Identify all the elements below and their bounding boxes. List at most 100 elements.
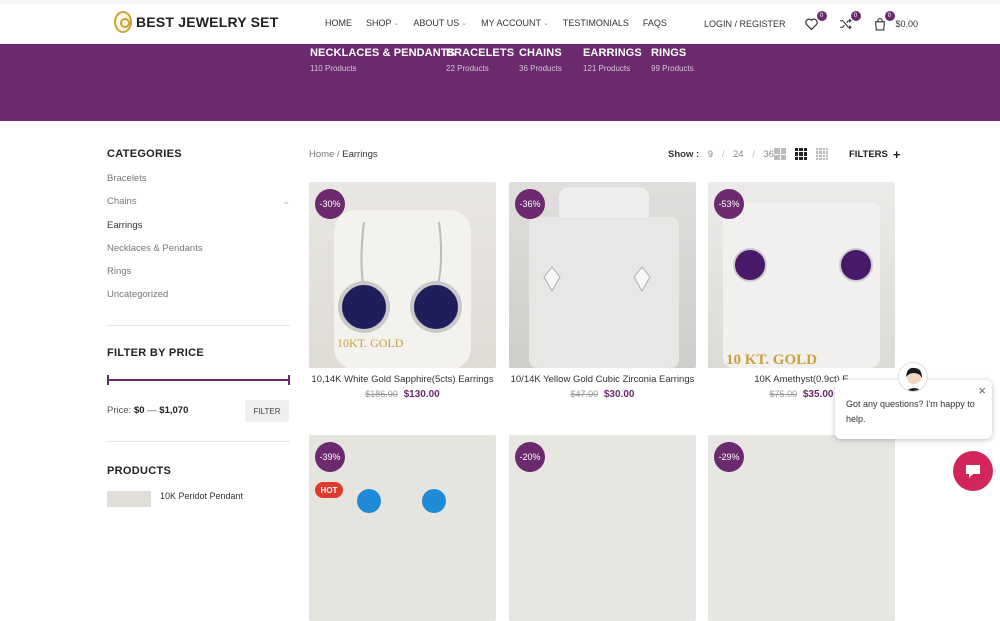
chat-launcher-button[interactable] <box>953 451 993 491</box>
category-necklaces-pendants[interactable]: NECKLACES & PENDANTS 110 Products <box>310 47 455 73</box>
filters-toggle[interactable]: FILTERS + <box>849 146 901 162</box>
nav-label: TESTIMONIALS <box>562 18 629 28</box>
product-image[interactable]: -20% <box>509 435 696 621</box>
nav-about-us[interactable]: ABOUT US ⌄ <box>413 18 467 28</box>
product-image[interactable]: -29% <box>708 435 895 621</box>
price-max: $1,070 <box>159 405 189 416</box>
shuffle-icon <box>840 18 852 30</box>
sale-price: $130.00 <box>403 389 440 400</box>
category-link-label: Rings <box>107 266 132 278</box>
product-image[interactable]: 10KT. GOLD -30% <box>309 182 496 368</box>
nav-label: ABOUT US <box>413 18 460 28</box>
old-price: $47.00 <box>570 389 599 399</box>
price-row: $186.00 $130.00 <box>309 389 496 400</box>
category-link-rings[interactable]: Rings <box>107 266 290 289</box>
discount-badge: -20% <box>515 442 545 472</box>
plus-icon: + <box>892 146 901 162</box>
category-count: 22 Products <box>446 64 489 73</box>
show-label: Show : <box>668 149 700 160</box>
product-image[interactable]: -39% HOT <box>309 435 496 621</box>
grid-4-icon[interactable] <box>816 148 828 160</box>
show-option-24[interactable]: 24 <box>733 149 744 160</box>
old-price: $186.00 <box>365 389 398 399</box>
price-slider[interactable] <box>107 375 290 385</box>
breadcrumb: Home / Earrings <box>309 149 378 160</box>
category-link-label: Earrings <box>107 219 143 231</box>
grid-2-icon[interactable] <box>774 148 786 160</box>
nav-label: FAQS <box>642 18 667 28</box>
discount-badge: -53% <box>714 189 744 219</box>
wishlist-button[interactable]: 0 <box>804 11 827 32</box>
category-count: 121 Products <box>583 64 631 73</box>
category-bar: NECKLACES & PENDANTS 110 Products BRACEL… <box>0 44 1000 121</box>
show-option-36[interactable]: 36 <box>764 149 775 160</box>
discount-badge: -30% <box>315 189 345 219</box>
divider <box>107 441 290 442</box>
filter-button[interactable]: FILTER <box>245 400 289 422</box>
cart-total[interactable]: $0.00 <box>896 19 919 29</box>
product-title[interactable]: 10,14K White Gold Sapphire(5cts) Earring… <box>309 374 496 386</box>
category-link-necklaces[interactable]: Necklaces & Pendants <box>107 243 290 266</box>
nav-faqs[interactable]: FAQS <box>643 18 667 28</box>
cart-button[interactable]: 0 <box>872 11 895 32</box>
main-nav: HOME SHOP ⌄ ABOUT US ⌄ MY ACCOUNT ⌄ TESTIMO… <box>325 18 681 28</box>
chevron-down-icon[interactable]: ⌄ <box>282 196 290 207</box>
category-chains[interactable]: CHAINS 36 Products <box>519 47 562 73</box>
sidebar: CATEGORIES Bracelets Chains ⌄ Earrings Ne… <box>107 148 290 507</box>
price-range-text: Price: $0 — $1,070 <box>107 405 188 416</box>
categories-title: CATEGORIES <box>107 148 182 160</box>
grid-view-selector <box>774 148 828 160</box>
nav-home[interactable]: HOME <box>325 18 352 28</box>
category-rings[interactable]: RINGS 99 Products <box>651 47 694 73</box>
category-count: 36 Products <box>519 64 562 73</box>
category-link-uncategorized[interactable]: Uncategorized <box>107 289 290 312</box>
nav-shop[interactable]: SHOP ⌄ <box>366 18 399 28</box>
chat-bubble-icon <box>966 465 980 478</box>
product-card[interactable]: -39% HOT <box>309 435 496 621</box>
nav-label: MY ACCOUNT <box>481 18 541 28</box>
category-count: 110 Products <box>310 64 357 73</box>
old-price: $75.00 <box>769 389 798 399</box>
category-earrings[interactable]: EARRINGS 121 Products <box>583 47 642 73</box>
close-icon[interactable]: × <box>978 383 986 398</box>
logo[interactable]: BEST JEWELRY SET <box>114 11 278 33</box>
discount-badge: -36% <box>515 189 545 219</box>
show-option-9[interactable]: 9 <box>708 149 713 160</box>
cart-count: 0 <box>884 11 895 21</box>
category-link-label: Chains <box>107 196 137 208</box>
category-link-chains[interactable]: Chains ⌄ <box>107 196 290 219</box>
nav-testimonials[interactable]: TESTIMONIALS <box>563 18 629 28</box>
category-link-label: Bracelets <box>107 173 147 184</box>
breadcrumb-home[interactable]: Home <box>309 149 334 160</box>
login-register-link[interactable]: LOGIN / REGISTER <box>704 19 786 29</box>
products-title: PRODUCTS <box>107 465 172 477</box>
nav-my-account[interactable]: MY ACCOUNT ⌄ <box>481 18 549 28</box>
compare-button[interactable]: 0 <box>838 11 861 32</box>
bag-icon <box>874 17 885 30</box>
product-image[interactable]: -36% <box>509 182 696 368</box>
filter-price-title: FILTER BY PRICE <box>107 347 204 359</box>
product-card[interactable]: -36% 10/14K Yellow Gold Cubic Zirconia E… <box>509 182 696 400</box>
product-image[interactable]: 10 KT. GOLD -53% <box>708 182 895 368</box>
sale-price: $30.00 <box>603 389 635 400</box>
header-tools: LOGIN / REGISTER 0 0 0 $0.00 <box>704 11 919 32</box>
category-name: EARRINGS <box>583 47 642 59</box>
category-list: Bracelets Chains ⌄ Earrings Necklaces & P… <box>107 173 290 313</box>
nav-label: SHOP <box>366 18 392 28</box>
filters-label: FILTERS <box>849 149 888 160</box>
product-card[interactable]: 10 KT. GOLD -53% 10K Amethyst(0.9ct) E $… <box>708 182 895 400</box>
heart-icon <box>805 18 818 30</box>
product-card[interactable]: 10KT. GOLD -30% 10,14K White Gold Sapphi… <box>309 182 496 400</box>
category-bracelets[interactable]: BRACELETS 22 Products <box>446 47 514 73</box>
grid-3-icon[interactable] <box>795 148 807 160</box>
product-card[interactable]: -20% <box>509 435 696 621</box>
product-card[interactable]: -29% <box>708 435 895 621</box>
product-thumbnail[interactable] <box>107 491 151 507</box>
compare-count: 0 <box>850 11 861 21</box>
category-link-earrings[interactable]: Earrings <box>107 220 290 243</box>
site-header: BEST JEWELRY SET HOME SHOP ⌄ ABOUT US ⌄ MY… <box>0 0 1000 44</box>
discount-badge: -39% <box>315 442 345 472</box>
logo-ring-icon <box>114 11 132 33</box>
category-link-bracelets[interactable]: Bracelets <box>107 173 290 196</box>
product-title[interactable]: 10/14K Yellow Gold Cubic Zirconia Earrin… <box>509 374 696 386</box>
